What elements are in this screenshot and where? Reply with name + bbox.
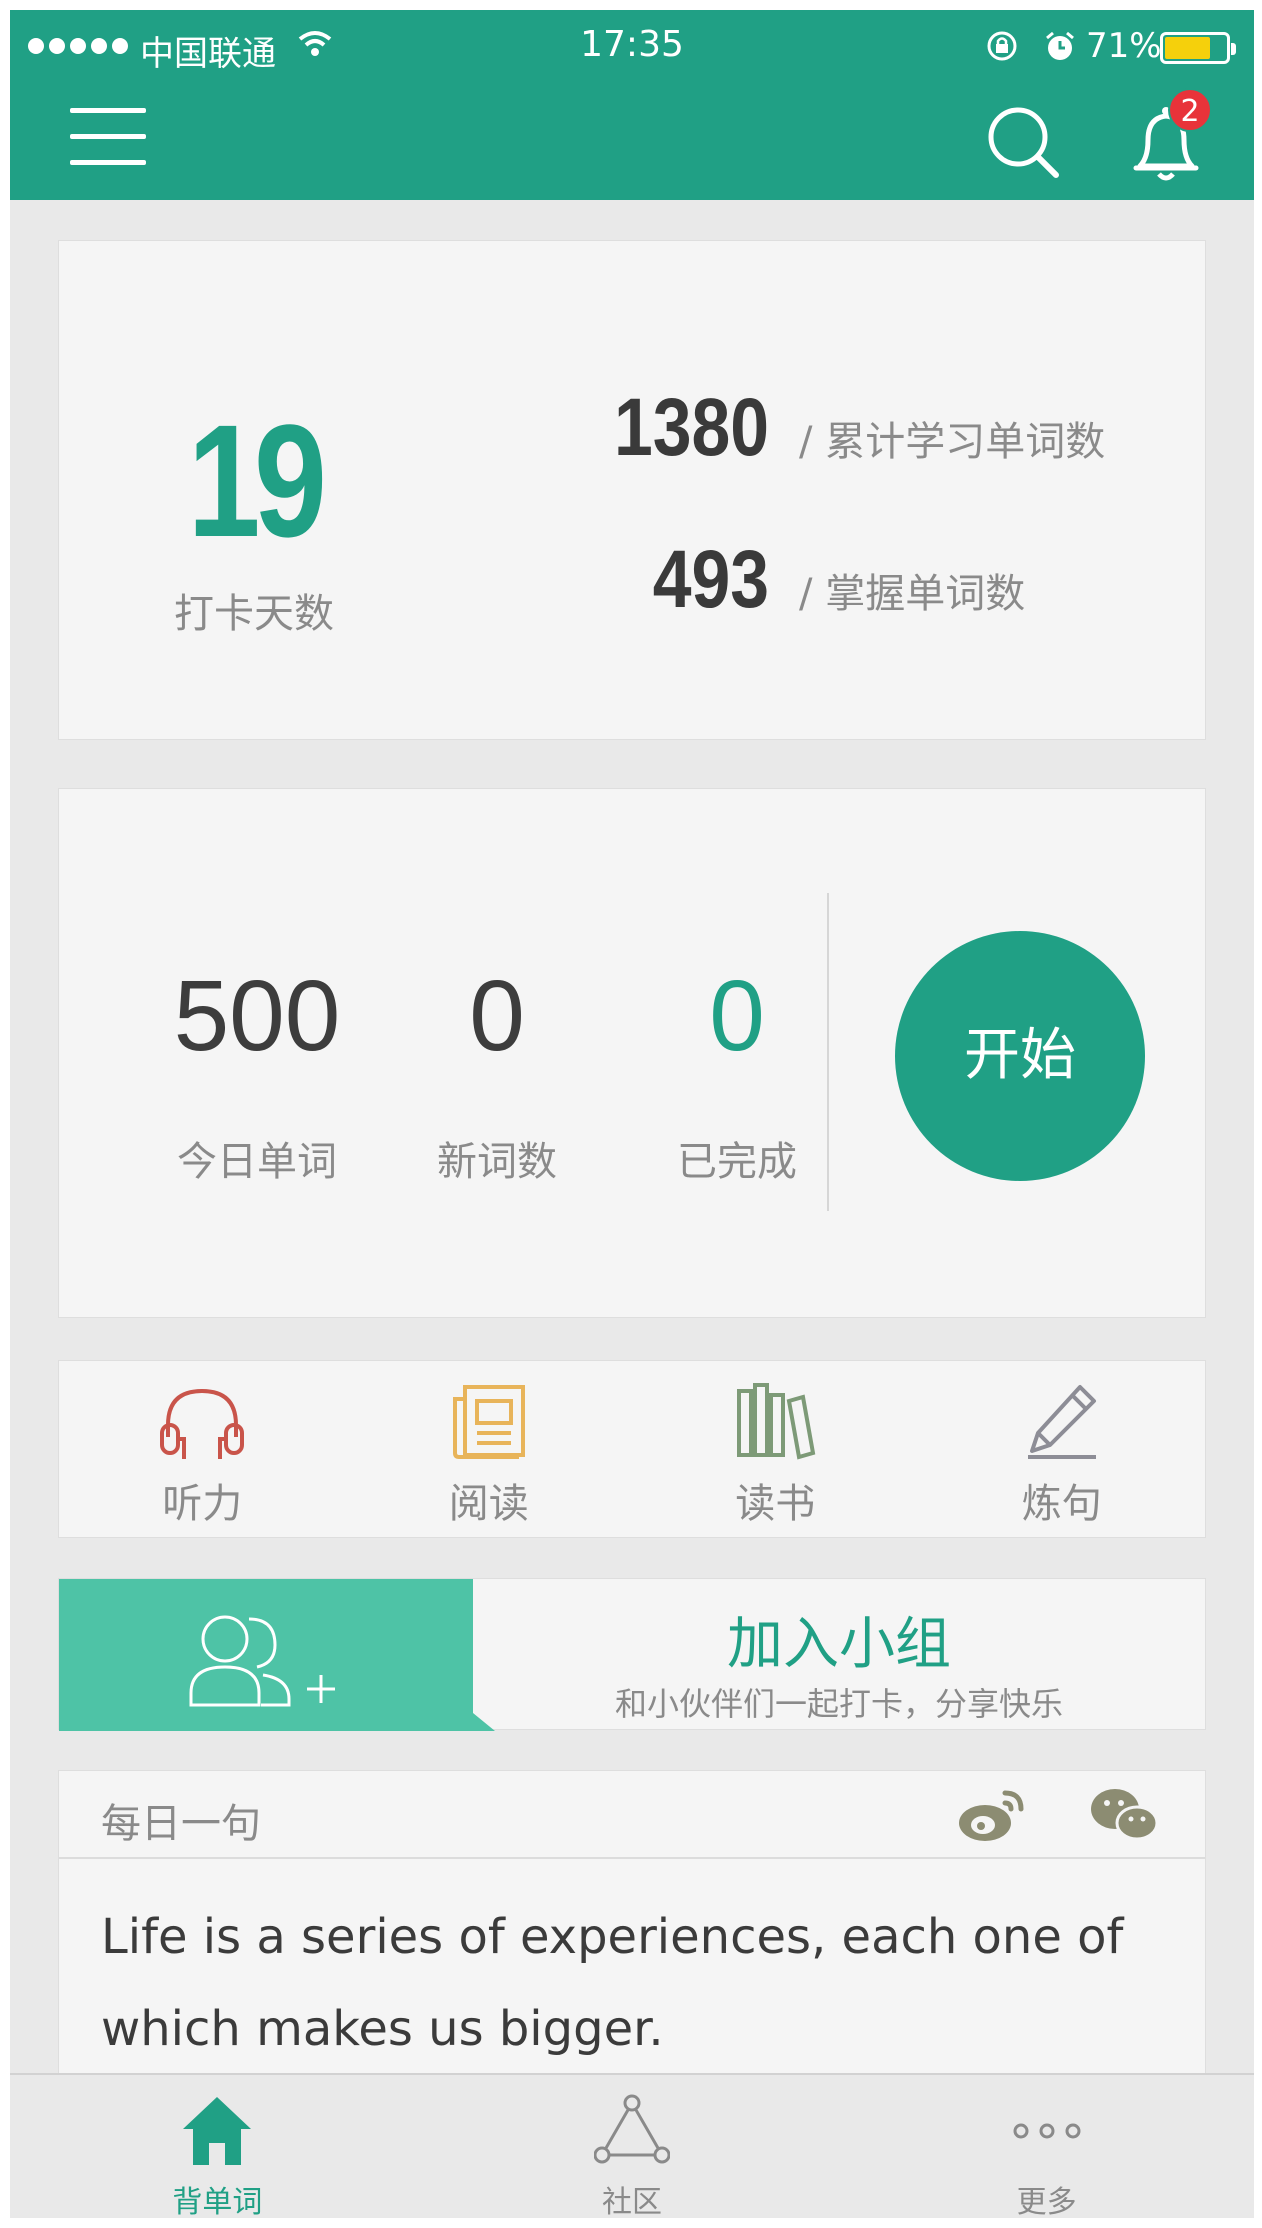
total-words-label: / 累计学习单词数 (799, 419, 1106, 465)
search-icon[interactable] (986, 105, 1062, 181)
pencil-icon (1027, 1385, 1096, 1459)
bottom-tab-bar: 背单词 社区 更多 (10, 2073, 1254, 2218)
total-words-row: 1380 / 累计学习单词数 (439, 381, 1169, 475)
tool-books[interactable]: 读书 (632, 1361, 919, 1537)
start-button[interactable]: 开始 (895, 931, 1145, 1181)
tool-sentences[interactable]: 炼句 (919, 1361, 1206, 1537)
study-tools: 听力 阅读 读书 炼句 (58, 1360, 1206, 1538)
new-words-count: 0 (469, 960, 525, 1072)
group-icon-panel (59, 1579, 473, 1731)
tool-listening[interactable]: 听力 (59, 1361, 346, 1537)
add-friends-icon (189, 1615, 335, 1707)
weibo-share-icon[interactable] (955, 1785, 1029, 1845)
top-bar: 中国联通 17:35 71% 2 (10, 10, 1254, 200)
tab-label: 社区 (602, 2185, 662, 2218)
quote-text: Life is a series of experiences, each on… (101, 1909, 1124, 2057)
tab-label: 背单词 (172, 2185, 263, 2218)
mastered-words-label: / 掌握单词数 (799, 571, 1026, 617)
daily-plan-card: 500 今日单词 0 新词数 0 已完成 开始 (58, 788, 1206, 1318)
join-group-banner[interactable]: 加入小组 和小伙伴们一起打卡，分享快乐 (58, 1578, 1206, 1731)
quote-title: 每日一句 (101, 1801, 261, 1847)
group-title: 加入小组 (727, 1612, 951, 1677)
streak-days: 19 (187, 391, 327, 570)
home-icon (183, 2097, 252, 2165)
community-icon (594, 2094, 670, 2164)
headphones-icon (160, 1388, 245, 1459)
done-count: 0 (709, 960, 765, 1072)
battery-icon (1160, 32, 1236, 64)
today-words-count: 500 (173, 960, 341, 1072)
tab-community[interactable]: 社区 (425, 2075, 840, 2218)
stats-card: 19 打卡天数 1380 / 累计学习单词数 493 / 掌握单词数 (58, 240, 1206, 740)
tab-label: 更多 (1016, 2185, 1077, 2218)
total-words-count: 1380 (613, 382, 769, 473)
new-words-label: 新词数 (437, 1139, 557, 1185)
mastered-words-row: 493 / 掌握单词数 (439, 533, 1169, 627)
rotation-lock-icon (987, 31, 1017, 61)
divider (827, 893, 829, 1211)
battery-level (1165, 37, 1211, 59)
tool-reading[interactable]: 阅读 (346, 1361, 633, 1537)
alarm-icon (1046, 31, 1074, 60)
group-subtitle: 和小伙伴们一起打卡，分享快乐 (614, 1685, 1063, 1723)
tab-words[interactable]: 背单词 (10, 2075, 425, 2218)
notification-badge: 2 (1168, 88, 1212, 132)
quote-header: 每日一句 (59, 1771, 1205, 1859)
tool-label: 听力 (162, 1481, 243, 1527)
wechat-share-icon[interactable] (1089, 1785, 1159, 1845)
status-bar: 中国联通 17:35 71% (10, 10, 1254, 74)
tool-label: 炼句 (1021, 1481, 1102, 1527)
battery-percent: 71% (1086, 26, 1162, 66)
streak-label: 打卡天数 (174, 591, 334, 637)
tool-label: 读书 (735, 1481, 816, 1527)
newspaper-icon (452, 1385, 525, 1459)
more-icon (1013, 2123, 1081, 2139)
today-words-label: 今日单词 (177, 1139, 337, 1185)
app-screen: 中国联通 17:35 71% 2 19 打卡天数 1380 / 累计学习单词数 … (10, 10, 1254, 2218)
books-icon (737, 1383, 816, 1460)
done-label: 已完成 (677, 1139, 797, 1185)
menu-button[interactable] (70, 108, 146, 168)
tool-label: 阅读 (448, 1481, 529, 1527)
tab-more[interactable]: 更多 (839, 2075, 1254, 2218)
mastered-words-count: 493 (652, 534, 769, 625)
